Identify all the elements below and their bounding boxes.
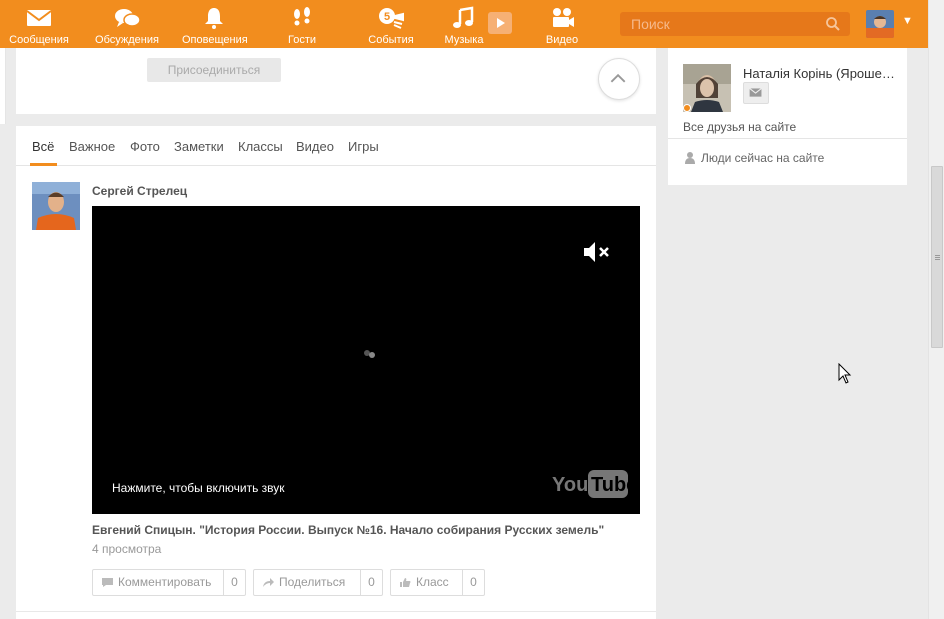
all-friends-link[interactable]: Все друзья на сайте (683, 120, 796, 134)
comment-count: 0 (223, 570, 245, 595)
video-camera-icon (553, 8, 574, 27)
nav-discussions[interactable]: Обсуждения (94, 0, 160, 48)
page-scrollbar[interactable] (928, 0, 944, 619)
person-icon (685, 152, 695, 164)
loading-spinner-icon (364, 350, 375, 358)
envelope-icon (26, 10, 52, 26)
tab-video[interactable]: Видео (296, 139, 334, 154)
comment-icon (102, 578, 113, 587)
share-label: Поделиться (279, 575, 346, 589)
post-author-name[interactable]: Сергей Стрелец (92, 184, 187, 198)
nav-video[interactable]: Видео (540, 0, 584, 48)
nav-notifications[interactable]: Оповещения (182, 0, 248, 48)
nav-messages[interactable]: Сообщения (8, 0, 70, 48)
search-input[interactable] (620, 12, 820, 36)
divider (668, 138, 907, 139)
chevron-up-icon (610, 73, 626, 83)
tab-notes[interactable]: Заметки (174, 139, 224, 154)
bell-icon (205, 8, 223, 29)
group-card: Присоединиться (16, 48, 656, 114)
nav-guests[interactable]: Гости (280, 0, 324, 48)
mute-icon[interactable] (582, 240, 612, 264)
feed-card: Всё Важное Фото Заметки Классы Видео Игр… (16, 126, 656, 619)
scroll-up-button[interactable] (598, 58, 640, 100)
view-count: 4 просмотра (92, 542, 162, 556)
send-message-button[interactable] (743, 82, 769, 104)
mouse-cursor-icon (838, 363, 852, 384)
nav-music[interactable]: Музыка (440, 0, 488, 48)
music-play-button[interactable] (488, 12, 512, 34)
chat-bubbles-icon (115, 9, 141, 27)
tab-photo[interactable]: Фото (130, 139, 160, 154)
people-online-link[interactable]: Люди сейчас на сайте (684, 151, 824, 165)
share-icon (263, 578, 274, 587)
svg-text:5: 5 (384, 11, 390, 23)
tab-all[interactable]: Всё (32, 139, 54, 154)
nav-discussions-label: Обсуждения (95, 34, 159, 46)
people-online-label: Люди сейчас на сайте (701, 151, 825, 165)
feed-tabs: Всё Важное Фото Заметки Классы Видео Игр… (16, 126, 656, 166)
search-box (620, 12, 850, 36)
author-photo (32, 182, 80, 230)
svg-text:You: You (552, 474, 588, 496)
tab-games[interactable]: Игры (348, 139, 379, 154)
nav-video-label: Видео (545, 34, 579, 46)
share-button[interactable]: Поделиться 0 (253, 569, 383, 596)
grip-icon (935, 255, 940, 256)
thumbs-up-icon (400, 578, 411, 587)
events-icon: 5 (379, 8, 404, 29)
chevron-down-icon[interactable]: ▼ (902, 15, 913, 27)
search-icon[interactable] (826, 17, 840, 31)
friend-name[interactable]: Наталія Корінь (Яроше… (743, 66, 895, 81)
tab-important[interactable]: Важное (69, 139, 115, 154)
comment-button[interactable]: Комментировать 0 (92, 569, 246, 596)
video-player[interactable]: Нажмите, чтобы включить звук YouTube (92, 206, 640, 514)
envelope-icon (749, 88, 762, 97)
top-navigation-bar: Сообщения Обсуждения Оповещения Гости 5 … (0, 0, 928, 48)
join-button[interactable]: Присоединиться (147, 58, 281, 82)
like-count: 0 (462, 570, 484, 595)
music-note-icon (453, 6, 474, 28)
nav-events[interactable]: 5 События (364, 0, 418, 48)
footprints-icon (294, 7, 310, 26)
tab-likes[interactable]: Классы (238, 139, 283, 154)
youtube-logo-icon[interactable]: YouTube (552, 468, 628, 500)
nav-notifications-label: Оповещения (182, 34, 248, 46)
comment-label: Комментировать (118, 575, 212, 589)
nav-events-label: События (368, 34, 414, 46)
video-title[interactable]: Евгений Спицын. "История России. Выпуск … (92, 523, 604, 537)
avatar-image (866, 10, 894, 38)
unmute-hint[interactable]: Нажмите, чтобы включить звук (112, 481, 285, 495)
nav-guests-label: Гости (287, 34, 317, 46)
like-button[interactable]: Класс 0 (390, 569, 485, 596)
play-icon (497, 18, 505, 28)
like-label: Класс (416, 575, 449, 589)
divider (16, 611, 656, 612)
share-count: 0 (360, 570, 382, 595)
active-tab-indicator (30, 163, 57, 166)
author-avatar[interactable] (32, 182, 80, 230)
nav-messages-label: Сообщения (9, 34, 69, 46)
scrollbar-thumb[interactable] (931, 166, 943, 348)
nav-music-label: Музыка (444, 34, 484, 46)
svg-text:Tube: Tube (591, 474, 628, 496)
left-column-edge (0, 48, 6, 124)
friends-online-panel: Наталія Корінь (Яроше… Все друзья на сай… (668, 48, 907, 185)
online-status-dot (683, 104, 691, 112)
user-avatar[interactable] (866, 10, 894, 38)
